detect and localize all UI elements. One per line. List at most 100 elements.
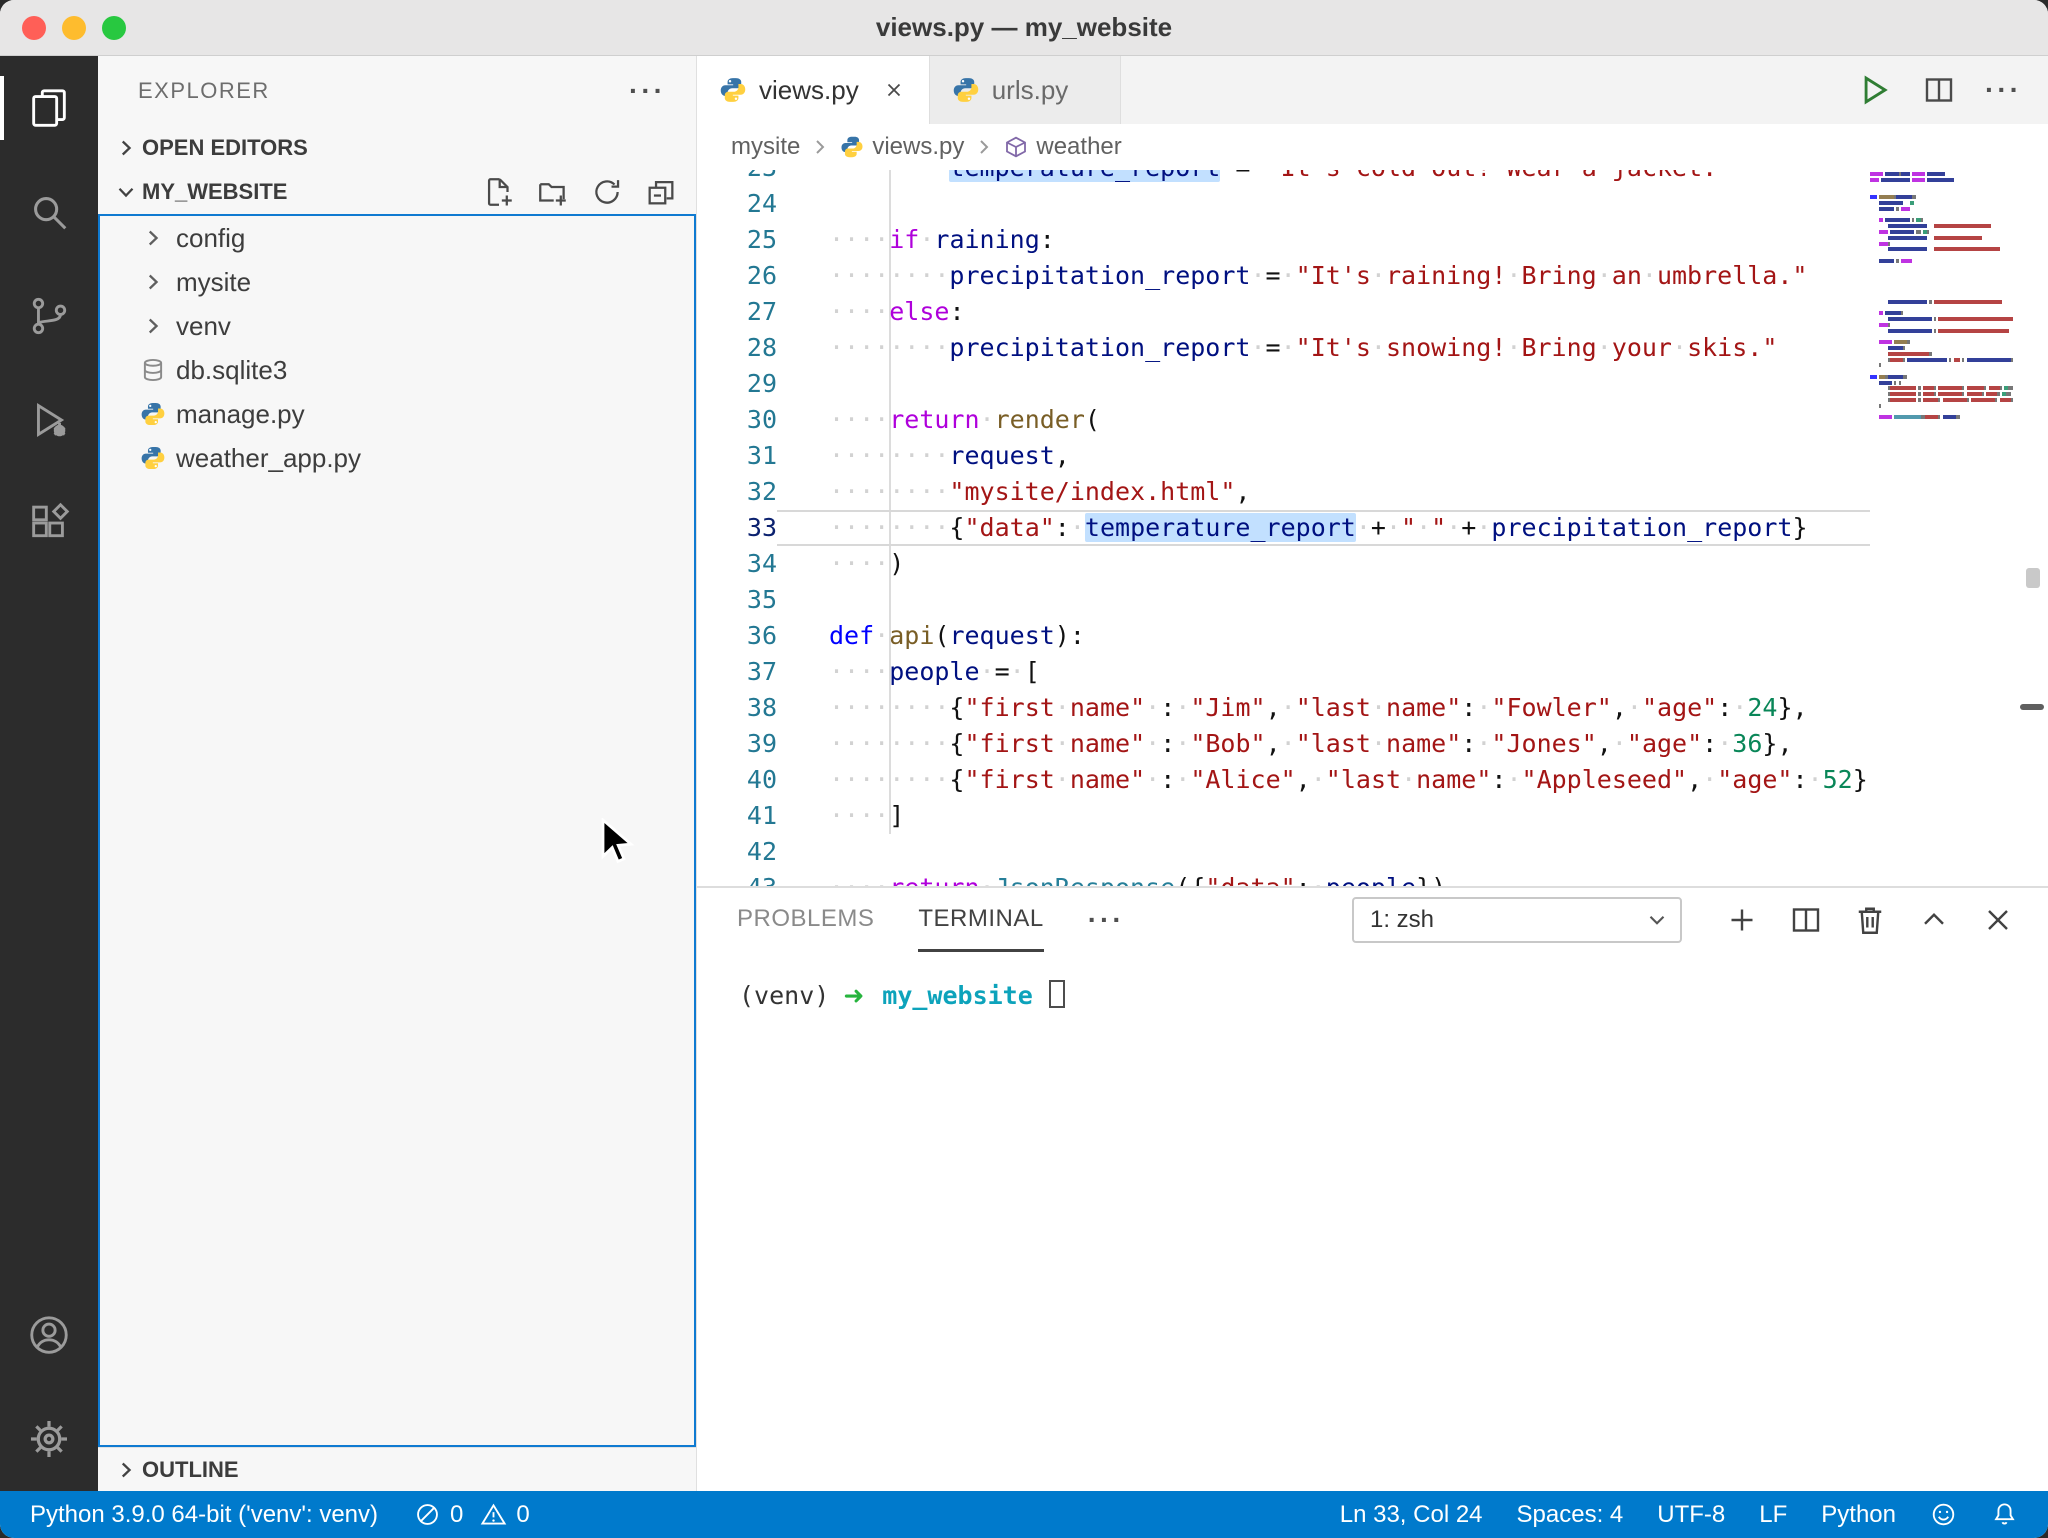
- minimap-line: [1870, 410, 2014, 414]
- close-tab-icon[interactable]: [877, 73, 911, 107]
- breadcrumb-label: mysite: [731, 133, 800, 161]
- new-file-icon[interactable]: [480, 173, 518, 211]
- shell-select-value: 1: zsh: [1370, 906, 1434, 934]
- code-line-28[interactable]: 28········precipitation_report·=·"It's·s…: [697, 330, 1870, 366]
- code-line-40[interactable]: 40········{"first·name"·:·"Alice",·"last…: [697, 762, 1870, 798]
- code-line-43[interactable]: 43····return·JsonResponse({"data":·peopl…: [697, 870, 1870, 886]
- panel-tab-terminal[interactable]: TERMINAL: [918, 888, 1043, 952]
- notifications-bell-icon[interactable]: [1991, 1501, 2018, 1528]
- line-content: ····if·raining:: [777, 222, 1055, 258]
- code-line-25[interactable]: 25····if·raining:: [697, 222, 1870, 258]
- minimap-line: [1870, 369, 2014, 373]
- file-tree[interactable]: config mysite venvdb.sqlite3manage.pyweath…: [98, 214, 696, 1447]
- status-line-col[interactable]: Ln 33, Col 24: [1340, 1501, 1483, 1529]
- code-line-36[interactable]: 36def·api(request):: [697, 618, 1870, 654]
- explorer-more-actions-icon[interactable]: [629, 75, 666, 107]
- code-line-35[interactable]: 35: [697, 582, 1870, 618]
- kill-terminal-trash-icon[interactable]: [1852, 902, 1888, 938]
- extensions-icon[interactable]: [0, 472, 98, 576]
- panel-tab-problems[interactable]: PROBLEMS: [737, 888, 874, 952]
- tree-item-mysite[interactable]: mysite: [100, 260, 694, 304]
- new-folder-icon[interactable]: [534, 173, 572, 211]
- terminal-shell-select[interactable]: 1: zsh: [1352, 897, 1682, 943]
- split-editor-icon[interactable]: [1921, 72, 1957, 108]
- code-pane[interactable]: 23········temperature_report·=·"It's·col…: [697, 170, 1870, 886]
- status-indentation[interactable]: Spaces: 4: [1517, 1501, 1624, 1529]
- code-line-30[interactable]: 30····return·render(: [697, 402, 1870, 438]
- accounts-icon[interactable]: [0, 1283, 98, 1387]
- code-line-32[interactable]: 32········"mysite/index.html",: [697, 474, 1870, 510]
- open-editors-label: OPEN EDITORS: [142, 135, 308, 161]
- line-number: 38: [697, 690, 777, 726]
- status-eol[interactable]: LF: [1759, 1501, 1787, 1529]
- tree-item-config[interactable]: config: [100, 216, 694, 260]
- tree-item-weather_app.py[interactable]: weather_app.py: [100, 436, 694, 480]
- line-content: ····): [777, 546, 904, 582]
- minimap-line: [1870, 352, 2014, 356]
- run-python-file-icon[interactable]: [1855, 71, 1893, 109]
- panel-more-tabs-icon[interactable]: [1088, 904, 1125, 936]
- panel-header: PROBLEMS TERMINAL 1: zsh: [697, 888, 2048, 952]
- code-editor[interactable]: 23········temperature_report·=·"It's·col…: [697, 170, 2048, 886]
- minimize-window-button[interactable]: [62, 16, 86, 40]
- breadcrumb-file[interactable]: views.py: [836, 133, 968, 161]
- section-outline[interactable]: OUTLINE: [98, 1447, 696, 1491]
- outline-label: OUTLINE: [142, 1457, 239, 1483]
- tree-item-venv[interactable]: venv: [100, 304, 694, 348]
- code-line-38[interactable]: 38········{"first·name"·:·"Jim",·"last·n…: [697, 690, 1870, 726]
- search-icon[interactable]: [0, 160, 98, 264]
- tree-item-label: mysite: [176, 267, 251, 298]
- code-line-33[interactable]: 33········{"data":·temperature_report·+·…: [697, 510, 1870, 546]
- terminal-venv: (venv): [739, 981, 829, 1010]
- close-panel-icon[interactable]: [1980, 902, 2016, 938]
- code-line-26[interactable]: 26········precipitation_report·=·"It's·r…: [697, 258, 1870, 294]
- section-workspace[interactable]: MY_WEBSITE: [98, 170, 696, 214]
- line-content: [777, 834, 829, 870]
- code-line-34[interactable]: 34····): [697, 546, 1870, 582]
- code-line-39[interactable]: 39········{"first·name"·:·"Bob",·"last·n…: [697, 726, 1870, 762]
- code-line-37[interactable]: 37····people·=·[: [697, 654, 1870, 690]
- section-open-editors[interactable]: OPEN EDITORS: [98, 126, 696, 170]
- split-terminal-icon[interactable]: [1788, 902, 1824, 938]
- status-python-interpreter[interactable]: Python 3.9.0 64-bit ('venv': venv): [30, 1501, 378, 1529]
- tree-item-db.sqlite3[interactable]: db.sqlite3: [100, 348, 694, 392]
- code-line-23[interactable]: 23········temperature_report·=·"It's·col…: [697, 170, 1870, 186]
- tree-item-manage.py[interactable]: manage.py: [100, 392, 694, 436]
- status-encoding[interactable]: UTF-8: [1657, 1501, 1725, 1529]
- feedback-smiley-icon[interactable]: [1930, 1501, 1957, 1528]
- line-content: ········precipitation_report·=·"It's·sno…: [777, 330, 1777, 366]
- code-line-29[interactable]: 29: [697, 366, 1870, 402]
- minimap-line: [1870, 334, 2014, 338]
- tab-views-py[interactable]: views.py: [697, 56, 930, 124]
- explorer-icon[interactable]: [0, 56, 98, 160]
- status-language[interactable]: Python: [1821, 1501, 1896, 1529]
- minimap[interactable]: [1870, 172, 2014, 886]
- zoom-window-button[interactable]: [102, 16, 126, 40]
- minimap-line: [1870, 363, 2014, 367]
- breadcrumb-symbol[interactable]: weather: [1000, 133, 1125, 161]
- collapse-folders-icon[interactable]: [642, 173, 680, 211]
- source-control-icon[interactable]: [0, 264, 98, 368]
- close-window-button[interactable]: [22, 16, 46, 40]
- run-and-debug-icon[interactable]: [0, 368, 98, 472]
- line-content: ········{"first·name"·:·"Jim",·"last·nam…: [777, 690, 1808, 726]
- code-line-41[interactable]: 41····]: [697, 798, 1870, 834]
- breadcrumb-folder[interactable]: mysite: [727, 133, 804, 161]
- refresh-explorer-icon[interactable]: [588, 173, 626, 211]
- new-terminal-icon[interactable]: [1724, 902, 1760, 938]
- line-number: 43: [697, 870, 777, 886]
- python-file-icon: [138, 443, 168, 473]
- tab-urls-py[interactable]: urls.py: [930, 56, 1122, 124]
- minimap-line: [1870, 305, 2014, 309]
- code-line-24[interactable]: 24: [697, 186, 1870, 222]
- settings-gear-icon[interactable]: [0, 1387, 98, 1491]
- status-problems[interactable]: 0 0: [414, 1501, 530, 1529]
- line-number: 30: [697, 402, 777, 438]
- editor-more-actions-icon[interactable]: [1985, 74, 2022, 106]
- tab-label: views.py: [759, 75, 859, 106]
- maximize-panel-chevron-icon[interactable]: [1916, 902, 1952, 938]
- terminal[interactable]: (venv)➜my_website: [697, 952, 2048, 1491]
- code-line-42[interactable]: 42: [697, 834, 1870, 870]
- code-line-31[interactable]: 31········request,: [697, 438, 1870, 474]
- code-line-27[interactable]: 27····else:: [697, 294, 1870, 330]
